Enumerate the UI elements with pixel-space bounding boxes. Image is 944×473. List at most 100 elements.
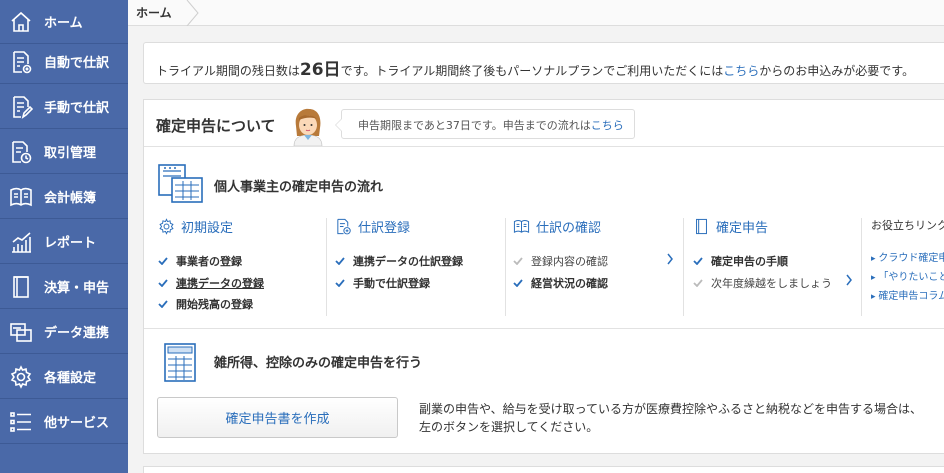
chevron-right-icon[interactable]	[666, 253, 674, 265]
sidebar-item-home[interactable]: ホーム	[0, 0, 128, 44]
task-item[interactable]: 開始残高の登録	[158, 296, 253, 312]
sidebar-item-label: ホーム	[44, 16, 83, 31]
check-icon	[693, 279, 703, 287]
column-divider	[505, 218, 506, 316]
sidebar: ホーム 自動で仕訳 手動で仕訳 取引管理 会計帳簿 レポート 決算・申告 データ…	[0, 0, 128, 473]
misc-desc-line: 副業の申告や、給与を受け取っている方が医療費控除やふるさと納税などを申告する場合…	[419, 402, 923, 416]
task-label: 手動で仕訳登録	[353, 277, 430, 290]
check-icon	[158, 300, 168, 308]
settlement-icon	[696, 218, 707, 235]
card-title: 確定申告について	[156, 117, 276, 135]
trial-middle: です。トライアル期間終了後もパーソナルプランでご利用いただくには	[340, 64, 724, 78]
settlement-icon	[8, 274, 34, 300]
sidebar-item-label: 各種設定	[44, 371, 97, 386]
step-heading[interactable]: 仕訳登録	[335, 217, 410, 236]
sidebar-item-label: 手動で仕訳	[44, 101, 110, 116]
sidebar-item-label: 取引管理	[44, 146, 97, 161]
sidebar-item-label: 決算・申告	[44, 281, 110, 296]
bubble-text: 申告期限まであと37日です。申告までの流れは	[358, 119, 591, 132]
chevron-right-icon[interactable]	[845, 274, 853, 286]
step-journal-entry: 仕訳登録 連携データの仕訳登録 手動で仕訳登録	[335, 217, 505, 317]
sidebar-item-other-services[interactable]: 他サービス	[0, 400, 128, 444]
create-tax-return-button[interactable]: 確定申告書を作成	[157, 397, 398, 438]
step-heading[interactable]: 確定申告	[693, 217, 768, 236]
task-label: 事業者の登録	[176, 255, 242, 268]
task-item[interactable]: 連携データの仕訳登録	[335, 253, 463, 269]
gear-icon	[8, 364, 34, 390]
sidebar-item-ledger[interactable]: 会計帳簿	[0, 175, 128, 219]
trial-days-remaining: 26日	[299, 60, 341, 80]
check-icon	[158, 257, 168, 265]
step-title: 確定申告	[716, 221, 769, 236]
sidebar-item-label: データ連携	[44, 326, 110, 341]
auto-entry-icon	[8, 49, 34, 75]
task-item[interactable]: 事業者の登録	[158, 253, 242, 269]
trial-suffix: からのお申込みが必要です。	[759, 64, 915, 78]
sidebar-item-auto-entry[interactable]: 自動で仕訳	[0, 40, 128, 84]
add-entry-icon	[337, 218, 351, 235]
assistant-avatar	[293, 108, 323, 146]
card-header: 確定申告について 申告期限まであと37日です。申告までの流れはこちら	[144, 100, 944, 147]
breadcrumb-home[interactable]: ホーム	[136, 4, 172, 21]
helpful-link[interactable]: 「やりたいこと	[871, 268, 944, 283]
task-item[interactable]: 手動で仕訳登録	[335, 275, 430, 291]
column-divider	[861, 218, 862, 316]
step-initial-setup: 初期設定 事業者の登録 連携データの登録 開始残高の登録	[158, 217, 328, 317]
helpful-link[interactable]: クラウド確定申告	[871, 249, 944, 264]
task-label: 連携データの登録	[176, 277, 264, 290]
list-icon	[8, 409, 34, 435]
sidebar-item-report[interactable]: レポート	[0, 220, 128, 264]
task-label: 登録内容の確認	[531, 255, 608, 268]
section-divider	[144, 328, 944, 329]
form-document-icon	[164, 343, 196, 382]
ledger-book-icon	[8, 184, 34, 210]
trial-signup-link[interactable]: こちら	[723, 64, 759, 78]
task-label: 開始残高の登録	[176, 298, 253, 311]
step-title: 初期設定	[181, 221, 234, 236]
check-icon	[513, 279, 523, 287]
next-card	[143, 466, 944, 473]
task-item[interactable]: 登録内容の確認	[513, 253, 608, 269]
step-journal-review: 仕訳の確認 登録内容の確認 経営状況の確認	[513, 217, 678, 317]
sidebar-item-label: 自動で仕訳	[44, 56, 110, 71]
step-title: 仕訳登録	[358, 221, 411, 236]
misc-title: 雑所得、控除のみの確定申告を行う	[214, 356, 423, 371]
check-icon	[158, 279, 168, 287]
breadcrumb-arrow-icon	[186, 0, 199, 26]
sidebar-item-manual-entry[interactable]: 手動で仕訳	[0, 85, 128, 129]
task-label: 連携データの仕訳登録	[353, 255, 463, 268]
check-icon	[335, 279, 345, 287]
task-item[interactable]: 次年度繰越をしましょう	[693, 275, 832, 291]
transactions-icon	[8, 139, 34, 165]
sidebar-item-transactions[interactable]: 取引管理	[0, 130, 128, 174]
report-chart-icon	[8, 229, 34, 255]
sidebar-item-data-link[interactable]: データ連携	[0, 310, 128, 354]
trial-notice: トライアル期間の残日数は26日です。トライアル期間終了後もパーソナルプランでご利…	[143, 42, 944, 84]
step-tax-return: 確定申告 確定申告の手順 次年度繰越をしましょう	[693, 217, 863, 317]
sidebar-item-label: 他サービス	[44, 416, 110, 431]
tax-return-card: 確定申告について 申告期限まであと37日です。申告までの流れはこちら 個人事業主…	[143, 99, 944, 454]
task-item[interactable]: 連携データの登録	[158, 275, 264, 291]
column-divider	[326, 218, 327, 316]
ledger-book-icon	[513, 219, 530, 233]
misc-desc-line: 左のボタンを選択してください。	[419, 420, 599, 434]
bubble-link[interactable]: こちら	[591, 119, 624, 132]
task-label: 経営状況の確認	[531, 277, 608, 290]
misc-description: 副業の申告や、給与を受け取っている方が医療費控除やふるさと納税などを申告する場合…	[419, 400, 939, 436]
deadline-speech-bubble: 申告期限まであと37日です。申告までの流れはこちら	[335, 109, 635, 139]
trial-notice-text: トライアル期間の残日数は26日です。トライアル期間終了後もパーソナルプランでご利…	[156, 55, 914, 80]
sidebar-item-settings[interactable]: 各種設定	[0, 355, 128, 399]
trial-prefix: トライアル期間の残日数は	[156, 64, 300, 78]
task-item[interactable]: 確定申告の手順	[693, 253, 788, 269]
helpful-link[interactable]: 確定申告コラム	[871, 287, 944, 302]
task-item[interactable]: 経営状況の確認	[513, 275, 608, 291]
task-label: 次年度繰越をしましょう	[711, 277, 832, 290]
flow-document-icon	[158, 164, 203, 203]
check-icon	[335, 257, 345, 265]
breadcrumb: ホーム	[128, 0, 944, 26]
sidebar-item-settlement[interactable]: 決算・申告	[0, 265, 128, 309]
step-heading[interactable]: 初期設定	[158, 217, 233, 236]
gear-icon	[159, 218, 174, 235]
step-heading[interactable]: 仕訳の確認	[513, 217, 601, 236]
check-icon	[513, 257, 523, 265]
